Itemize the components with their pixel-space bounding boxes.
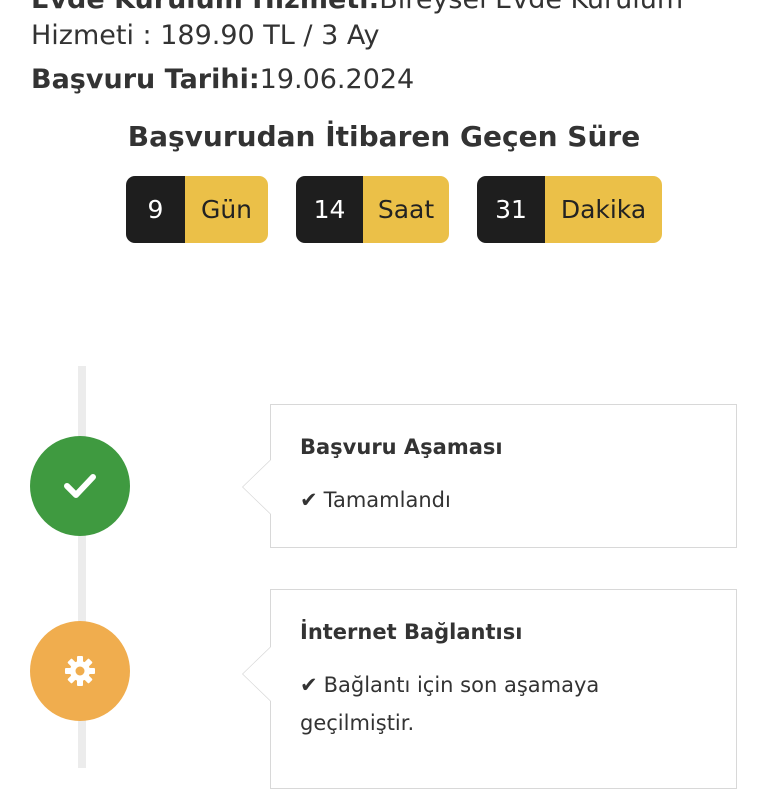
checkmark-icon: ✔ xyxy=(300,488,318,512)
application-date-value: 19.06.2024 xyxy=(259,64,415,95)
card-pointer xyxy=(242,459,271,515)
service-label: Evde Kurulum Hizmeti: xyxy=(31,0,379,15)
checkmark-icon: ✔ xyxy=(300,673,318,697)
step-in-progress-badge xyxy=(30,621,130,721)
step-title: İnternet Bağlantısı xyxy=(300,620,523,644)
step-status-text: Tamamlandı xyxy=(323,488,451,512)
step-completed-badge xyxy=(30,436,130,536)
service-price-line: Hizmeti : 189.90 TL / 3 Ay xyxy=(31,20,380,51)
application-date-line: Başvuru Tarihi:19.06.2024 xyxy=(31,62,414,98)
elapsed-minutes-value: 31 xyxy=(477,176,545,243)
gear-icon xyxy=(65,656,95,686)
elapsed-time-title: Başvurudan İtibaren Geçen Süre xyxy=(127,120,641,153)
elapsed-days-unit: Gün xyxy=(185,176,268,243)
step-card-application: Başvuru Aşaması ✔ Tamamlandı xyxy=(242,404,737,548)
application-date-label: Başvuru Tarihi: xyxy=(31,64,260,95)
elapsed-minutes-counter: 31 Dakika xyxy=(477,176,662,243)
step-status-text: Bağlantı için son aşamaya geçilmiştir. xyxy=(300,673,600,735)
step-status: ✔ Tamamlandı xyxy=(300,481,707,519)
service-value: Bireysel Evde Kurulum xyxy=(379,0,683,15)
elapsed-hours-unit: Saat xyxy=(363,176,449,243)
elapsed-hours-value: 14 xyxy=(296,176,363,243)
elapsed-days-counter: 9 Gün xyxy=(126,176,268,243)
step-card-internet-connection: İnternet Bağlantısı ✔ Bağlantı için son a… xyxy=(242,589,737,789)
service-line: Evde Kurulum Hizmeti:Bireysel Evde Kurul… xyxy=(31,0,683,18)
card-pointer xyxy=(242,646,271,702)
check-icon xyxy=(64,474,96,498)
elapsed-minutes-unit: Dakika xyxy=(545,176,662,243)
elapsed-hours-counter: 14 Saat xyxy=(296,176,449,243)
step-status: ✔ Bağlantı için son aşamaya geçilmiştir. xyxy=(300,666,707,742)
elapsed-days-value: 9 xyxy=(126,176,185,243)
step-title: Başvuru Aşaması xyxy=(300,435,503,459)
